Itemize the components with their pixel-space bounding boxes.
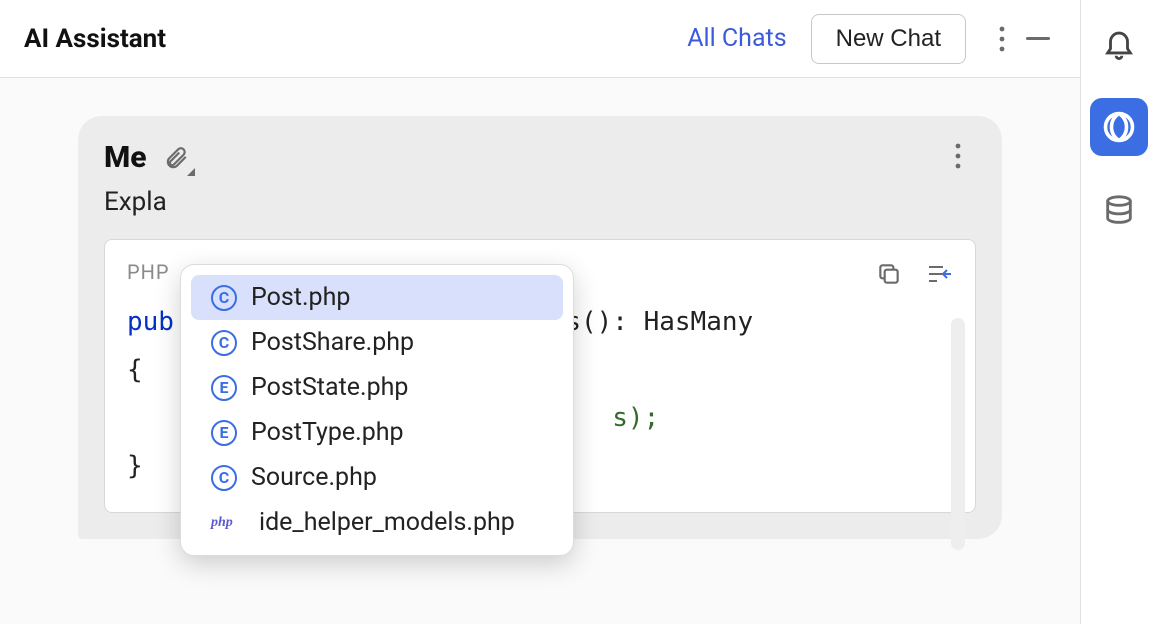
class-icon: C [211,465,237,491]
sender-label: Me [104,140,147,175]
notifications-icon[interactable] [1090,14,1148,72]
completion-item[interactable]: C Source.php [191,455,563,500]
new-chat-button[interactable]: New Chat [811,14,966,64]
completion-item[interactable]: E PostState.php [191,365,563,410]
minimize-icon[interactable] [1020,21,1056,57]
php-file-icon: php [211,515,245,531]
prompt-text: Expla [104,187,976,217]
all-chats-link[interactable]: All Chats [687,24,786,53]
completion-item-label: PostType.php [251,418,404,447]
class-icon: C [211,330,237,356]
panel-title: AI Assistant [24,24,166,54]
completion-item[interactable]: C Post.php [191,275,563,320]
header: AI Assistant All Chats New Chat [0,0,1080,78]
enum-icon: E [211,420,237,446]
completion-item[interactable]: C PostShare.php [191,320,563,365]
completion-item-label: Source.php [251,463,377,492]
code-scrollbar[interactable] [951,318,965,550]
tool-rail [1080,0,1156,624]
completion-item-label: ide_helper_models.php [259,508,515,537]
more-options-icon[interactable] [984,21,1020,57]
ai-assistant-icon[interactable] [1090,98,1148,156]
copy-code-icon[interactable] [871,256,907,292]
database-icon[interactable] [1090,182,1148,240]
completion-item-label: Post.php [251,283,350,312]
completion-item[interactable]: php ide_helper_models.php [191,500,563,545]
completion-item[interactable]: E PostType.php [191,410,563,455]
completion-item-label: PostState.php [251,373,408,402]
completion-item-label: PostShare.php [251,328,414,357]
chat-content: Me Expla PHP [0,78,1080,624]
class-icon: C [211,285,237,311]
insert-code-icon[interactable] [921,256,957,292]
enum-icon: E [211,375,237,401]
ai-assistant-panel: AI Assistant All Chats New Chat Me Expla [0,0,1080,624]
completion-popup: C Post.php C PostShare.php E PostState.php E Po… [180,264,574,556]
attachment-icon[interactable] [163,144,191,172]
message-more-icon[interactable] [940,138,976,174]
